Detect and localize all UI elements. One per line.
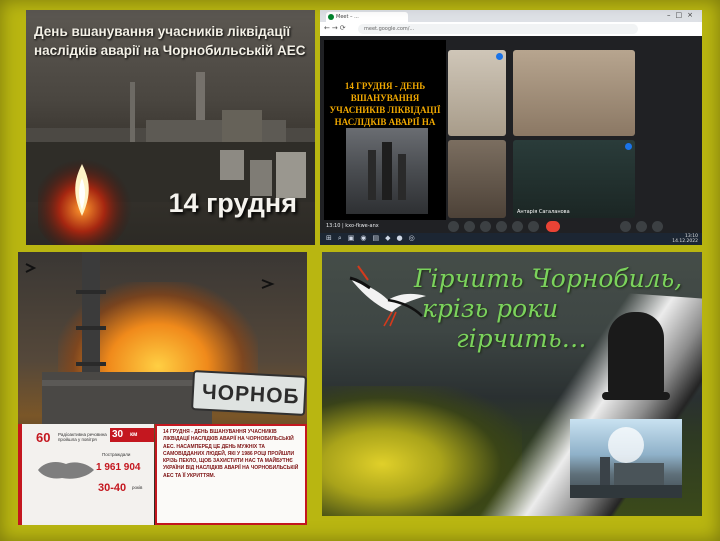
windows-taskbar: ⊞⌕▣◉▤◆●◎ 13:10 14.12.2022 <box>320 233 702 245</box>
chat-icon[interactable] <box>652 221 663 232</box>
stats-infographic: 60 Радіоактивна речовина пройшла у повіт… <box>18 424 154 525</box>
window-controls[interactable]: –□× <box>667 11 698 19</box>
poem-line-3: гірчить… <box>456 324 587 353</box>
stat-zone: 30 <box>112 429 124 440</box>
address-bar[interactable]: meet.google.com/... <box>358 24 638 34</box>
more-options-icon[interactable] <box>496 53 503 60</box>
stat-years: 30-40 <box>98 482 127 494</box>
ukraine-map-icon <box>38 462 94 479</box>
participant-tile[interactable] <box>513 50 635 136</box>
presentation-tile: 14 ГРУДНЯ - ДЕНЬ ВШАНУВАННЯ УЧАСНИКІВ ЛІ… <box>324 40 446 220</box>
participant-tile[interactable] <box>448 140 506 218</box>
browser-tab-strip: Meet – ... –□× <box>320 10 702 22</box>
raise-hand-icon[interactable] <box>496 221 507 232</box>
browser-tab-title: Meet – ... <box>336 14 359 20</box>
meeting-code: 13:10 | kxo-fkwe-anx <box>326 223 379 229</box>
nav-arrows-icon[interactable]: ←→⟳ <box>324 24 348 32</box>
commemoration-date: 14 грудня <box>168 188 297 218</box>
taskbar-app-icons[interactable]: ⊞⌕▣◉▤◆●◎ <box>326 234 421 243</box>
collage-background: День вшанування учасників ліквідації нас… <box>0 0 720 541</box>
chornobyl-road-sign: ЧОРНОБ <box>191 370 307 416</box>
people-icon[interactable] <box>636 221 647 232</box>
memorial-image <box>346 128 428 214</box>
browser-tab[interactable]: Meet – ... <box>326 12 408 22</box>
disaster-collage: ЧОРНОБ 60 Радіоактивна речовина пройшла … <box>18 252 307 525</box>
present-icon[interactable] <box>512 221 523 232</box>
participant-tile[interactable]: Антарія Сагаланова <box>513 140 635 218</box>
participant-name: Антарія Сагаланова <box>517 209 570 215</box>
taskbar-clock: 13:10 14.12.2022 <box>672 234 698 244</box>
participant-tile[interactable] <box>448 50 506 136</box>
stat-zone-unit: км <box>130 432 138 438</box>
stat-affected-number: 1 961 904 <box>96 462 141 473</box>
stat-percent-text: Радіоактивна речовина пройшла у повітря <box>58 432 107 442</box>
browser-toolbar: ←→⟳ meet.google.com/... <box>320 22 702 36</box>
poem-line-1: Гірчить Чорнобиль, <box>414 264 683 293</box>
camera-icon[interactable] <box>464 221 475 232</box>
more-options-icon[interactable] <box>625 143 632 150</box>
info-icon[interactable] <box>620 221 631 232</box>
poem-line-2: крізь роки <box>422 294 559 323</box>
reactor-inset-photo <box>570 419 682 498</box>
stat-affected-label: Постраждали <box>102 452 131 457</box>
more-actions-icon[interactable] <box>528 221 539 232</box>
captions-icon[interactable] <box>480 221 491 232</box>
stat-years-text: років <box>132 485 143 490</box>
call-controls-bar: 13:10 | kxo-fkwe-anx <box>320 220 702 233</box>
mic-icon[interactable] <box>448 221 459 232</box>
poem-text: Гірчить Чорнобиль, крізь роки гірчить… <box>414 264 694 354</box>
bell-base <box>602 392 670 400</box>
video-call-screenshot: Meet – ... –□× ←→⟳ meet.google.com/... 1… <box>320 10 702 245</box>
stat-percent: 60 <box>36 430 51 445</box>
commemoration-photo: День вшанування учасників ліквідації нас… <box>26 10 315 245</box>
commemoration-title: День вшанування учасників ліквідації нас… <box>34 24 306 58</box>
meet-favicon-icon <box>328 14 334 20</box>
candle-icon <box>38 154 132 245</box>
end-call-button[interactable] <box>546 221 560 232</box>
info-text-block: 14 грудня - День вшанування учасників лі… <box>155 424 307 525</box>
clock-date: 14.12.2022 <box>672 239 698 244</box>
poem-poster: Гірчить Чорнобиль, крізь роки гірчить… <box>322 252 702 516</box>
